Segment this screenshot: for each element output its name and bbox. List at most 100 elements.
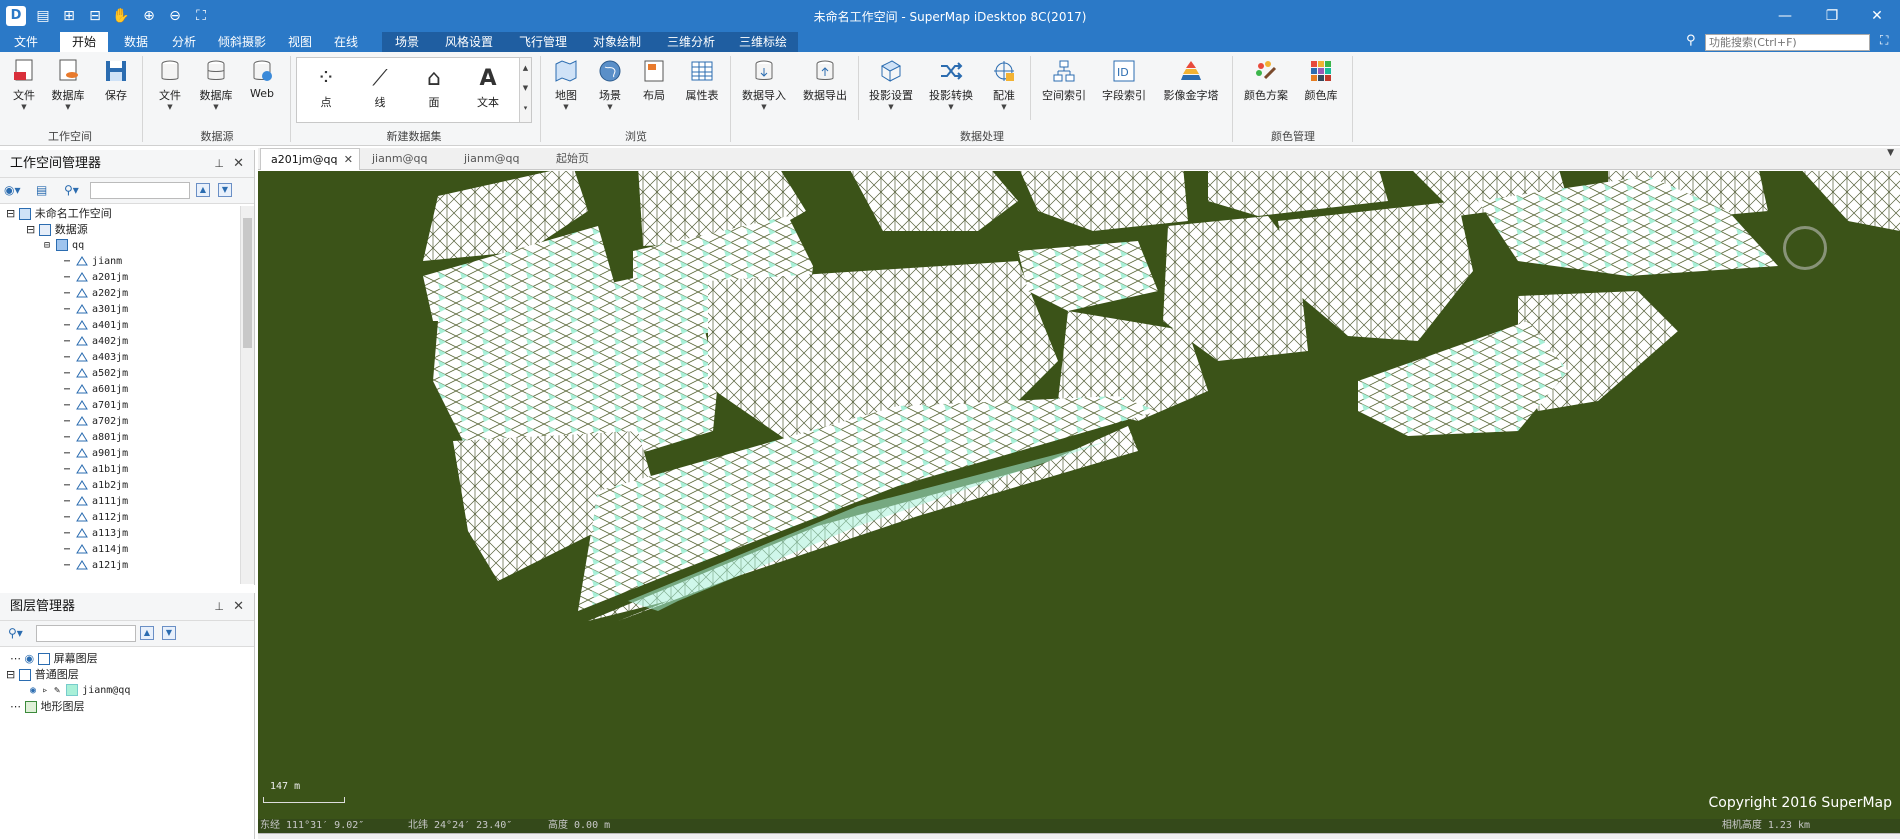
dataset-item[interactable]: ⋯ a403jm [64, 350, 128, 366]
new-region-dataset-button[interactable]: ⌂ 面 [409, 64, 459, 110]
dataset-item[interactable]: ⋯ a702jm [64, 414, 128, 430]
function-search-input[interactable] [1705, 34, 1870, 51]
tab-view[interactable]: 视图 [280, 32, 320, 52]
view-options-icon[interactable]: ◉▾ [4, 183, 21, 197]
eye-icon[interactable]: ◉ [25, 652, 35, 665]
search-icon[interactable]: ⚲▾ [64, 183, 79, 197]
move-up-icon[interactable]: ▲ [140, 626, 154, 640]
dataset-item[interactable]: ⋯ a112jm [64, 510, 128, 526]
restore-icon[interactable]: ❐ [1817, 6, 1847, 26]
doc-tab-a201jm[interactable]: a201jm@qq ✕ [260, 148, 360, 170]
browse-map-button[interactable]: 地图 ▼ [548, 58, 584, 111]
tab-oblique-photography[interactable]: 倾斜摄影 [210, 32, 274, 52]
datasource-file-button[interactable]: 文件 ▼ [152, 58, 188, 111]
dataset-item[interactable]: ⋯ a202jm [64, 286, 128, 302]
dataset-item[interactable]: ⋯ a401jm [64, 318, 128, 334]
dataset-item[interactable]: ⋯ a121jm [64, 558, 128, 574]
search-icon[interactable]: ⚲▾ [8, 626, 23, 640]
datasource-node[interactable]: ⊟ qq [44, 238, 84, 254]
image-pyramid-button[interactable]: 影像金字塔 [1158, 58, 1224, 103]
dataset-item[interactable]: ⋯ a111jm [64, 494, 128, 510]
scrollbar-thumb[interactable] [243, 218, 252, 348]
tab-3d-plotting[interactable]: 三维标绘 [728, 32, 798, 52]
minimize-icon[interactable]: — [1770, 6, 1800, 26]
close-icon[interactable]: ✕ [344, 149, 353, 171]
select-arrow-icon[interactable]: ▹ [42, 685, 48, 696]
datasource-database-button[interactable]: 数据库 ▼ [194, 58, 238, 111]
move-down-icon[interactable]: ▼ [218, 183, 232, 197]
screen-layers-node[interactable]: ⋯ ◉ 屏幕图层 [10, 651, 98, 667]
browse-layout-button[interactable]: 布局 [636, 58, 672, 103]
eye-icon[interactable]: ◉ [30, 685, 36, 696]
tab-list-dropdown-icon[interactable]: ▼ [1887, 148, 1894, 158]
data-import-button[interactable]: 数据导入 ▼ [738, 58, 790, 111]
tab-3d-analysis[interactable]: 三维分析 [654, 32, 728, 52]
dataset-item[interactable]: ⋯ a114jm [64, 542, 128, 558]
dataset-item[interactable]: ⋯ a201jm [64, 270, 128, 286]
new-line-dataset-button[interactable]: ⟋ 线 [355, 64, 405, 110]
registration-button[interactable]: 配准 ▼ [984, 58, 1024, 111]
field-index-button[interactable]: ID 字段索引 [1098, 58, 1150, 103]
tab-object-drawing[interactable]: 对象绘制 [580, 32, 654, 52]
dataset-item[interactable]: ⋯ a402jm [64, 334, 128, 350]
new-point-dataset-button[interactable]: ⁘ 点 [301, 64, 351, 110]
pin-icon[interactable]: ⊥ [214, 150, 224, 178]
layer-search-box[interactable] [36, 625, 136, 642]
close-icon[interactable]: ✕ [233, 150, 244, 178]
tab-style-settings[interactable]: 风格设置 [432, 32, 506, 52]
dataset-item[interactable]: ⋯ a1b1jm [64, 462, 128, 478]
color-library-button[interactable]: 颜色库 [1298, 58, 1344, 103]
workspace-root-node[interactable]: ⊟ 未命名工作空间 [6, 206, 112, 222]
pin-icon[interactable]: ⊥ [214, 593, 224, 621]
tab-flight-management[interactable]: 飞行管理 [506, 32, 580, 52]
normal-layers-node[interactable]: ⊟ 普通图层 [6, 667, 79, 683]
document-icon[interactable]: ▤ [36, 183, 47, 197]
dataset-item[interactable]: ⋯ a601jm [64, 382, 128, 398]
projection-settings-button[interactable]: 投影设置 ▼ [864, 58, 918, 111]
edit-pencil-icon[interactable]: ✎ [54, 685, 60, 696]
dataset-item[interactable]: ⋯ a1b2jm [64, 478, 128, 494]
dataset-item[interactable]: ⋯ a502jm [64, 366, 128, 382]
projection-transform-button[interactable]: 投影转换 ▼ [924, 58, 978, 111]
gallery-scroll[interactable]: ▲ ▼ ▾ [519, 58, 531, 122]
tab-start[interactable]: 开始 [60, 32, 108, 52]
tab-data[interactable]: 数据 [116, 32, 156, 52]
doc-tab-start-page[interactable]: 起始页 [546, 148, 636, 170]
expand-icon[interactable]: ⛶ [1880, 33, 1888, 48]
dataset-item[interactable]: ⋯ a901jm [64, 446, 128, 462]
close-icon[interactable]: ✕ [233, 593, 244, 621]
workspace-file-button[interactable]: 文件 ▼ [6, 58, 42, 111]
tab-online[interactable]: 在线 [326, 32, 366, 52]
dataset-item[interactable]: ⋯ a801jm [64, 430, 128, 446]
browse-attribute-table-button[interactable]: 属性表 [680, 58, 724, 103]
dataset-item[interactable]: ⋯ a301jm [64, 302, 128, 318]
dataset-item[interactable]: ⋯ a701jm [64, 398, 128, 414]
datasources-node[interactable]: ⊟ 数据源 [26, 222, 88, 238]
dataset-item[interactable]: ⋯ jianm [64, 254, 122, 270]
layer-item[interactable]: ◉ ▹ ✎ jianm@qq [30, 683, 130, 699]
search-icon[interactable]: ⚲ [1686, 33, 1696, 48]
move-down-icon[interactable]: ▼ [162, 626, 176, 640]
spatial-index-button[interactable]: 空间索引 [1038, 58, 1090, 103]
color-scheme-button[interactable]: 颜色方案 [1240, 58, 1292, 103]
doc-tab-jianm-2[interactable]: jianm@qq [454, 148, 544, 170]
tab-analysis[interactable]: 分析 [164, 32, 204, 52]
close-icon[interactable]: ✕ [1862, 6, 1892, 26]
tab-scene[interactable]: 场景 [382, 32, 432, 52]
terrain-layers-node[interactable]: ⋯ 地形图层 [10, 699, 85, 715]
workspace-database-button[interactable]: 数据库 ▼ [46, 58, 90, 111]
datasource-web-button[interactable]: Web [244, 58, 280, 100]
browse-scene-button[interactable]: 场景 ▼ [592, 58, 628, 111]
dataset-item[interactable]: ⋯ a113jm [64, 526, 128, 542]
data-export-button[interactable]: 数据导出 [798, 58, 852, 103]
new-text-dataset-button[interactable]: A 文本 [463, 64, 513, 110]
move-up-icon[interactable]: ▲ [196, 183, 210, 197]
workspace-search-box[interactable] [90, 182, 190, 199]
workspace-scrollbar[interactable] [240, 206, 254, 584]
tab-file[interactable]: 文件 [0, 32, 52, 52]
scene-canvas[interactable] [258, 171, 1900, 819]
scene-view[interactable]: 147 m Copyright 2016 SuperMap [258, 171, 1900, 819]
doc-tab-jianm-1[interactable]: jianm@qq [362, 148, 452, 170]
navigation-compass-icon[interactable] [1783, 226, 1827, 270]
workspace-save-button[interactable]: 保存 [98, 58, 134, 103]
